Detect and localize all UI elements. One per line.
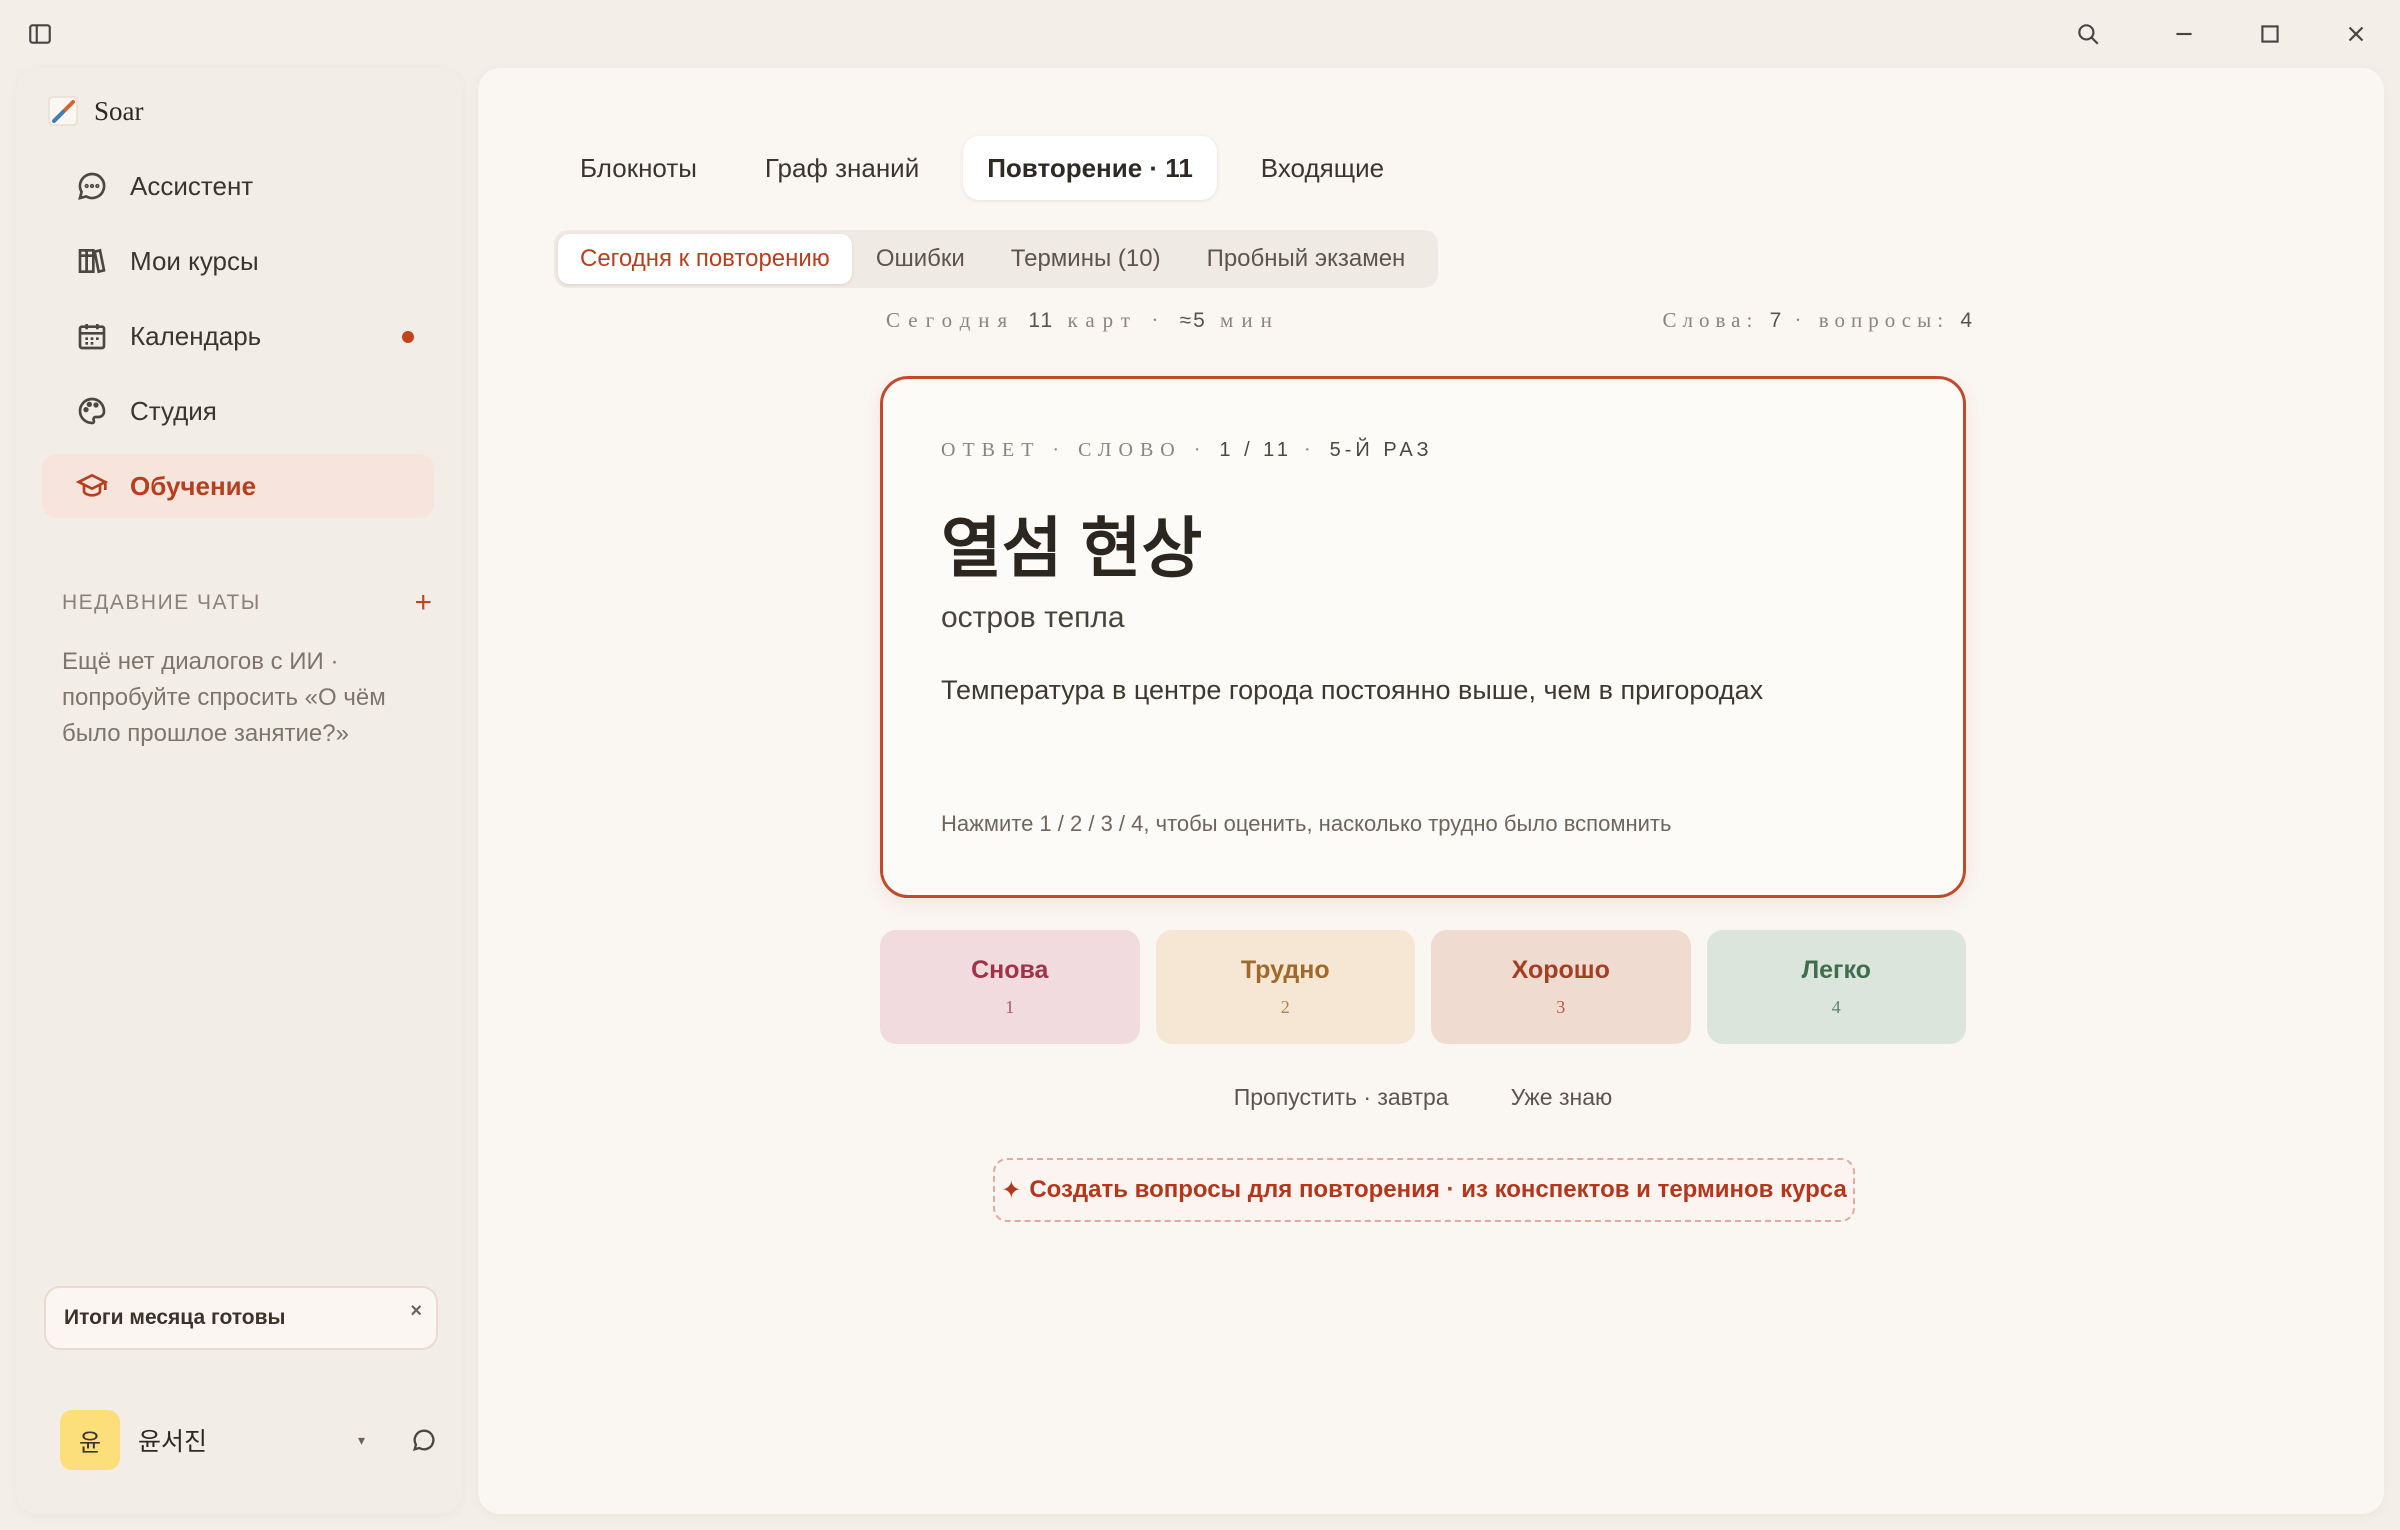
grade-again-button[interactable]: Снова 1	[880, 930, 1140, 1044]
grade-label: Снова	[971, 956, 1049, 984]
recent-chats-empty: Ещё нет диалогов с ИИ · попробуйте спрос…	[62, 648, 386, 747]
sidebar-item-label: Ассистент	[130, 170, 254, 201]
subtab-practice-exam[interactable]: Пробный экзамен	[1185, 234, 1428, 284]
grade-hard-button[interactable]: Трудно 2	[1155, 930, 1415, 1044]
user-profile[interactable]: 윤 윤서진 ▾	[60, 1410, 440, 1470]
time-estimate: ≈5	[1179, 309, 1207, 332]
tab-knowledge-graph[interactable]: Граф знаний	[741, 136, 943, 200]
minimize-icon[interactable]	[2164, 14, 2204, 54]
sidebar: Soar Ассистент Мои курсы Календарь Студи…	[16, 68, 462, 1514]
card-repetition: 5-Й РАЗ	[1329, 439, 1433, 461]
sidebar-item-courses[interactable]: Мои курсы	[42, 229, 434, 293]
today-summary: Сегодня 11 карт · ≈5 мин	[886, 308, 1280, 332]
chat-bubble-icon	[78, 172, 106, 200]
subtab-mistakes[interactable]: Ошибки	[854, 234, 987, 284]
recent-chats-header: НЕДАВНИЕ ЧАТЫ +	[62, 588, 432, 618]
sidebar-item-label: Студия	[130, 395, 217, 426]
breakdown-summary: Слова: 7 · вопросы: 4	[1662, 308, 1974, 332]
grade-key: 2	[1280, 997, 1290, 1017]
cards-count: 11	[1028, 309, 1055, 332]
sidebar-item-learning[interactable]: Обучение	[42, 454, 434, 518]
notification-dot	[402, 331, 414, 343]
feedback-icon[interactable]	[410, 1426, 438, 1454]
subtab-today[interactable]: Сегодня к повторению	[558, 234, 852, 284]
avatar: 윤	[60, 1410, 120, 1470]
card-position: 1 / 11	[1219, 439, 1292, 461]
grade-key: 1	[1005, 997, 1015, 1017]
grade-label: Легко	[1801, 956, 1871, 984]
maximize-icon[interactable]	[2250, 14, 2290, 54]
sidebar-toggle-icon[interactable]	[20, 14, 60, 54]
sparkle-icon: ✦	[1001, 1176, 1022, 1204]
flashcard[interactable]: ОТВЕТ · СЛОВО · 1 / 11 · 5-Й РАЗ 열섬 현상 о…	[880, 376, 1966, 898]
words-count: 7	[1769, 309, 1784, 332]
recent-chats-title: НЕДАВНИЕ ЧАТЫ	[62, 591, 261, 614]
books-icon	[78, 248, 106, 274]
brand[interactable]: Soar	[46, 94, 144, 128]
tab-notebooks[interactable]: Блокноты	[556, 136, 721, 200]
sidebar-item-label: Мои курсы	[130, 245, 259, 276]
monthly-summary-notice[interactable]: Итоги месяца готовы ×	[44, 1286, 438, 1350]
sidebar-item-assistant[interactable]: Ассистент	[42, 154, 434, 218]
grade-buttons: Снова 1 Трудно 2 Хорошо 3 Легко 4	[880, 930, 1966, 1044]
graduation-cap-icon	[76, 473, 108, 497]
card-hint: Нажмите 1 / 2 / 3 / 4, чтобы оценить, на…	[941, 811, 1672, 836]
already-know-link[interactable]: Уже знаю	[1511, 1084, 1613, 1111]
notice-close-icon[interactable]: ×	[410, 1300, 422, 1323]
grade-label: Хорошо	[1511, 956, 1610, 984]
generate-questions-button[interactable]: ✦ Создать вопросы для повторения · из ко…	[993, 1158, 1855, 1222]
new-chat-button[interactable]: +	[414, 588, 432, 618]
grade-key: 4	[1831, 997, 1841, 1017]
user-name: 윤서진	[138, 1428, 208, 1456]
close-icon[interactable]	[2336, 14, 2376, 54]
subtab-terms[interactable]: Термины (10)	[989, 234, 1183, 284]
palette-icon	[78, 397, 106, 425]
app-logo-icon	[48, 96, 78, 126]
sidebar-nav: Ассистент Мои курсы Календарь Студия Обу…	[42, 154, 434, 529]
notice-text: Итоги месяца готовы	[64, 1306, 286, 1329]
calendar-icon	[78, 324, 106, 350]
chevron-down-icon[interactable]: ▾	[358, 1432, 365, 1449]
grade-good-button[interactable]: Хорошо 3	[1431, 930, 1691, 1044]
review-subtabs: Сегодня к повторению Ошибки Термины (10)…	[554, 230, 1438, 288]
card-example: Температура в центре города постоянно вы…	[941, 675, 1764, 705]
app-name: Soar	[94, 95, 144, 126]
tab-inbox[interactable]: Входящие	[1237, 136, 1408, 200]
grade-key: 3	[1556, 997, 1566, 1017]
skip-tomorrow-link[interactable]: Пропустить · завтра	[1234, 1084, 1449, 1111]
card-translation: остров тепла	[941, 601, 1125, 634]
main-tabs: Блокноты Граф знаний Повторение · 11 Вхо…	[556, 136, 1428, 200]
card-meta: ОТВЕТ · СЛОВО · 1 / 11 · 5-Й РАЗ	[941, 439, 1433, 461]
title-bar	[0, 0, 2400, 66]
search-icon[interactable]	[2068, 14, 2108, 54]
sidebar-item-calendar[interactable]: Календарь	[42, 304, 434, 368]
card-term: 열섬 현상	[941, 511, 1203, 585]
sidebar-item-label: Календарь	[130, 320, 262, 351]
sidebar-item-label: Обучение	[130, 470, 257, 501]
secondary-actions: Пропустить · завтра Уже знаю	[880, 1084, 1966, 1111]
grade-easy-button[interactable]: Легко 4	[1706, 930, 1966, 1044]
main-panel: Блокноты Граф знаний Повторение · 11 Вхо…	[478, 68, 2384, 1514]
review-stats: Сегодня 11 карт · ≈5 мин Слова: 7 · вопр…	[886, 308, 1974, 342]
grade-label: Трудно	[1240, 956, 1330, 984]
questions-count: 4	[1960, 309, 1974, 332]
sidebar-item-studio[interactable]: Студия	[42, 379, 434, 443]
tab-review[interactable]: Повторение · 11	[963, 136, 1217, 200]
generate-label: Создать вопросы для повторения · из конс…	[1029, 1176, 1847, 1203]
